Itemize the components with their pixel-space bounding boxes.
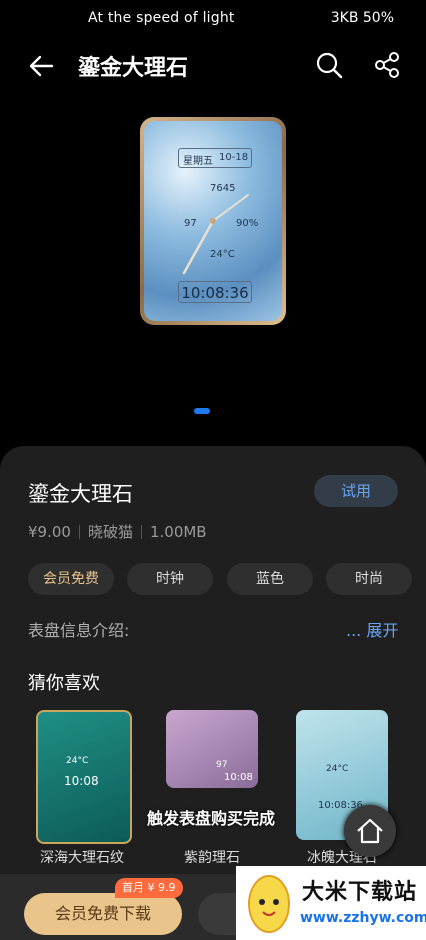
ad-url: www.zzhyw.com <box>300 910 426 926</box>
ad-watermark: 大米下载站 www.zzhyw.com <box>236 866 426 940</box>
page-title: 鎏金大理石 <box>78 56 189 81</box>
theme-name: 鎏金大理石 <box>28 482 133 506</box>
watch-face: 星期五 10-18 7645 97 90% 24°C 10:08:36 <box>144 121 282 321</box>
status-bar: At the speed of light 3KB 50% <box>0 0 426 36</box>
expand-link[interactable]: ... 展开 <box>346 617 398 641</box>
author[interactable]: 晓破猫 <box>88 523 133 541</box>
recommend-name-2: 紫韵理石 <box>184 850 240 866</box>
recommend-card-2[interactable]: 97 10:08 <box>166 710 258 788</box>
tag-vip-free[interactable]: 会员免费 <box>28 563 114 595</box>
recommend-title: 猜你喜欢 <box>28 673 100 694</box>
page-indicator <box>194 408 210 414</box>
vip-free-download-button[interactable]: 会员免费下载 <box>24 893 182 935</box>
card3-temp: 24°C <box>326 764 349 774</box>
status-left-text: At the speed of light <box>88 10 235 26</box>
tag-blue[interactable]: 蓝色 <box>227 563 313 595</box>
card2-time: 10:08 <box>224 772 253 783</box>
intro-label: 表盘信息介绍: <box>28 621 130 640</box>
tag-fashion[interactable]: 时尚 <box>326 563 412 595</box>
home-icon <box>357 818 383 844</box>
share-icon[interactable] <box>372 50 402 80</box>
top-bar: 鎏金大理石 <box>0 40 426 92</box>
status-right-text: 3KB 50% <box>330 10 394 26</box>
file-size: 1.00MB <box>149 523 207 541</box>
watch-face-preview[interactable]: 星期五 10-18 7645 97 90% 24°C 10:08:36 <box>140 117 286 325</box>
meta-row: ¥9.00 晓破猫 1.00MB <box>28 521 207 542</box>
search-icon[interactable] <box>314 50 344 80</box>
watch-digital-time: 10:08:36 <box>181 284 249 302</box>
recommend-name-1: 深海大理石纹 <box>40 850 124 866</box>
ad-title: 大米下载站 <box>302 880 418 905</box>
price: ¥9.00 <box>28 523 71 541</box>
tag-clock[interactable]: 时钟 <box>127 563 213 595</box>
trial-button[interactable]: 试用 <box>314 475 398 507</box>
time-box: 10:08:36 <box>178 281 252 303</box>
card2-value: 97 <box>216 760 228 770</box>
back-arrow-icon[interactable] <box>26 50 58 82</box>
first-month-badge: 首月 ¥ 9.9 <box>115 878 183 898</box>
card1-temp: 24°C <box>66 756 89 766</box>
rice-mascot-icon <box>248 875 290 933</box>
recommend-card-1[interactable]: 24°C 10:08 <box>36 710 132 844</box>
home-button[interactable] <box>344 805 396 857</box>
purchase-toast: 触发表盘购买完成 <box>147 809 276 828</box>
card1-time: 10:08 <box>64 774 99 788</box>
